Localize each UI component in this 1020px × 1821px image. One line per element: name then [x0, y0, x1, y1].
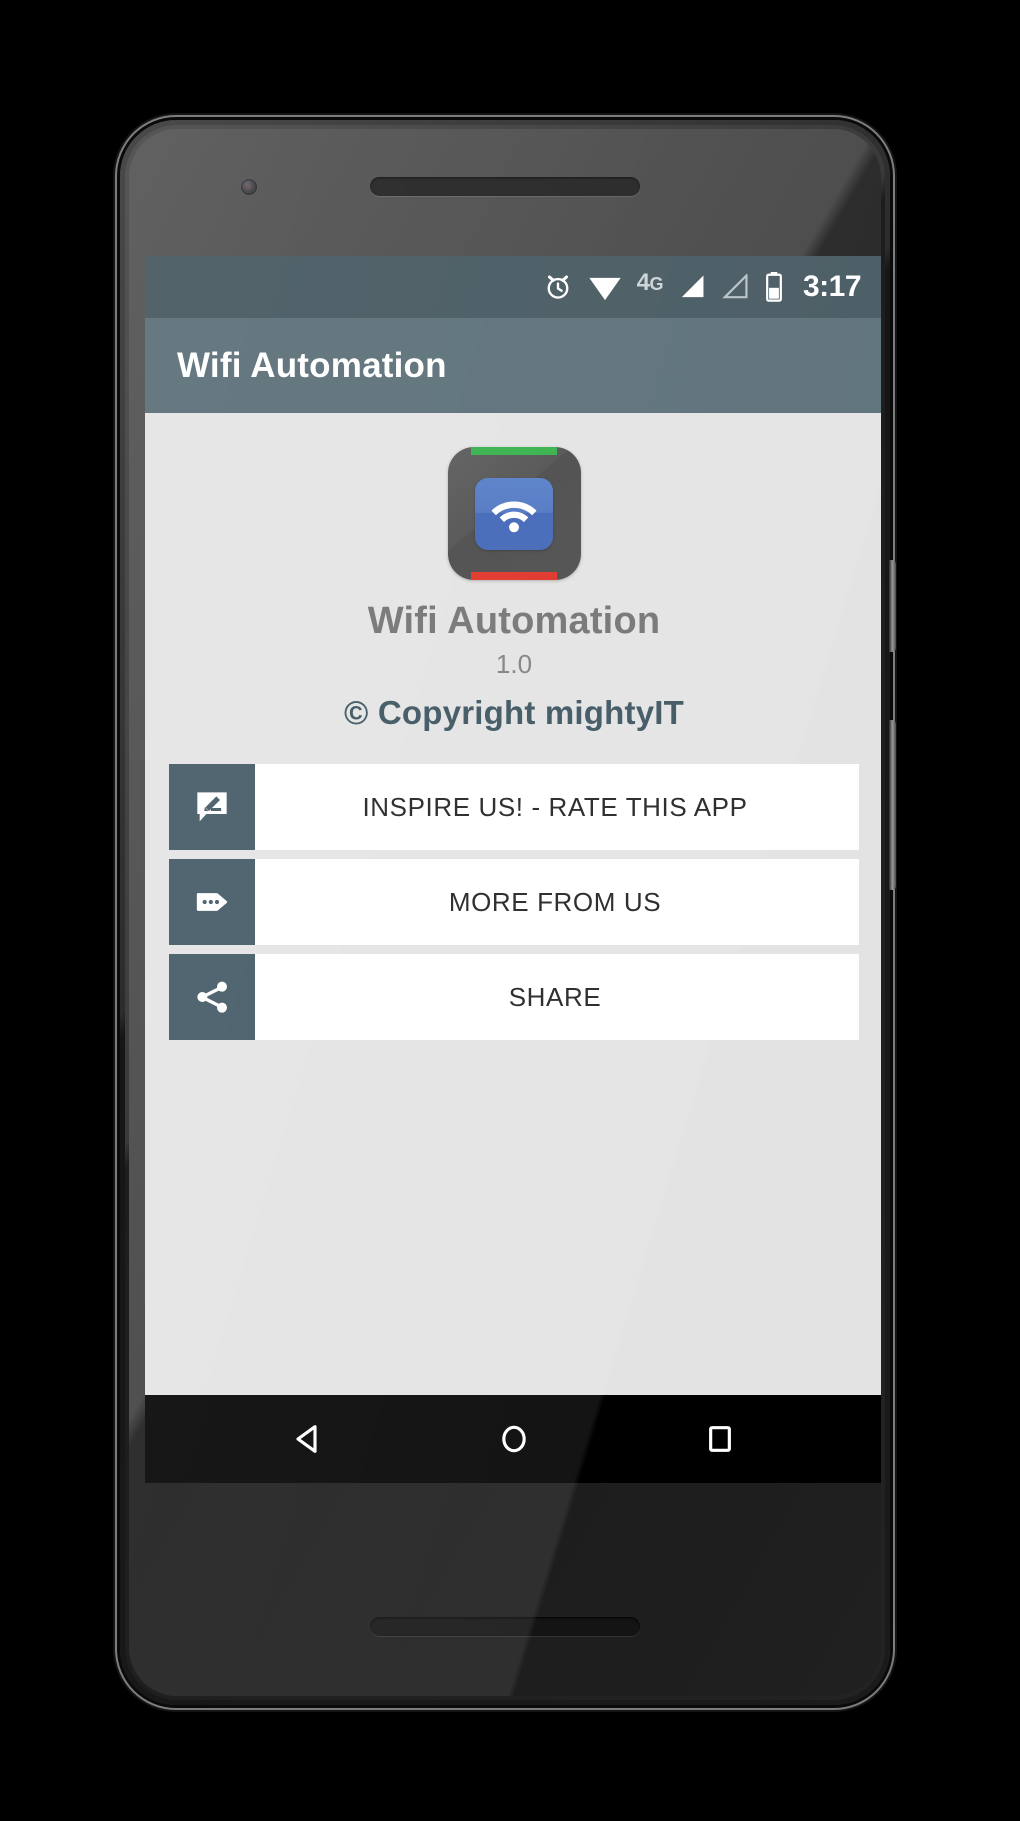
- status-bar: 4G 3:17: [145, 256, 881, 318]
- app-bar-title: Wifi Automation: [177, 345, 447, 385]
- app-icon-bottom-bar: [471, 572, 557, 580]
- phone-face: 4G 3:17 Wifi Automation Wifi Automation …: [129, 129, 881, 1696]
- phone-frame: 4G 3:17 Wifi Automation Wifi Automation …: [120, 120, 896, 1705]
- home-circle-icon[interactable]: [470, 1395, 558, 1483]
- volume-rocker[interactable]: [889, 720, 896, 890]
- bottom-speaker: [370, 1617, 640, 1636]
- wifi-icon: [491, 501, 537, 532]
- app-bar: Wifi Automation: [145, 318, 881, 413]
- more-tag-icon: [169, 859, 255, 945]
- front-camera-icon: [241, 179, 257, 195]
- more-from-us-button[interactable]: MORE FROM US: [169, 859, 859, 945]
- status-bar-clock: 3:17: [802, 270, 862, 303]
- app-icon-top-bar: [471, 447, 557, 455]
- android-navigation-bar: [145, 1395, 881, 1483]
- app-version-label: 1.0: [495, 649, 533, 679]
- rate-review-icon: [169, 764, 255, 850]
- wifi-icon: [588, 272, 622, 302]
- signal-bars-filled-icon: [678, 274, 706, 300]
- battery-half-icon: [764, 272, 784, 302]
- action-button-list: INSPIRE US! - RATE THIS APP MORE FROM US…: [145, 764, 881, 1040]
- app-icon-wifi-tile: [475, 477, 553, 550]
- earpiece-speaker: [370, 177, 640, 196]
- rate-this-app-label: INSPIRE US! - RATE THIS APP: [362, 791, 748, 822]
- screenshot-stage: 4G 3:17 Wifi Automation Wifi Automation …: [0, 0, 1020, 1821]
- about-screen-content: Wifi Automation 1.0 © Copyright mightyIT: [145, 413, 881, 1395]
- alarm-clock-icon: [543, 272, 573, 302]
- recents-square-icon[interactable]: [676, 1395, 764, 1483]
- phone-screen: 4G 3:17 Wifi Automation Wifi Automation …: [145, 256, 881, 1483]
- power-button[interactable]: [889, 560, 896, 652]
- share-button[interactable]: SHARE: [169, 954, 859, 1040]
- app-name-label: Wifi Automation: [367, 600, 661, 642]
- more-from-us-label: MORE FROM US: [448, 886, 662, 917]
- copyright-label: © Copyright mightyIT: [344, 694, 684, 731]
- signal-bars-empty-icon: [721, 274, 749, 300]
- network-type-label: 4G: [636, 269, 664, 296]
- share-label: SHARE: [508, 981, 602, 1012]
- wifi-automation-app-icon: [447, 447, 581, 580]
- rate-this-app-button[interactable]: INSPIRE US! - RATE THIS APP: [169, 764, 859, 850]
- share-icon: [169, 954, 255, 1040]
- back-triangle-icon[interactable]: [264, 1395, 352, 1483]
